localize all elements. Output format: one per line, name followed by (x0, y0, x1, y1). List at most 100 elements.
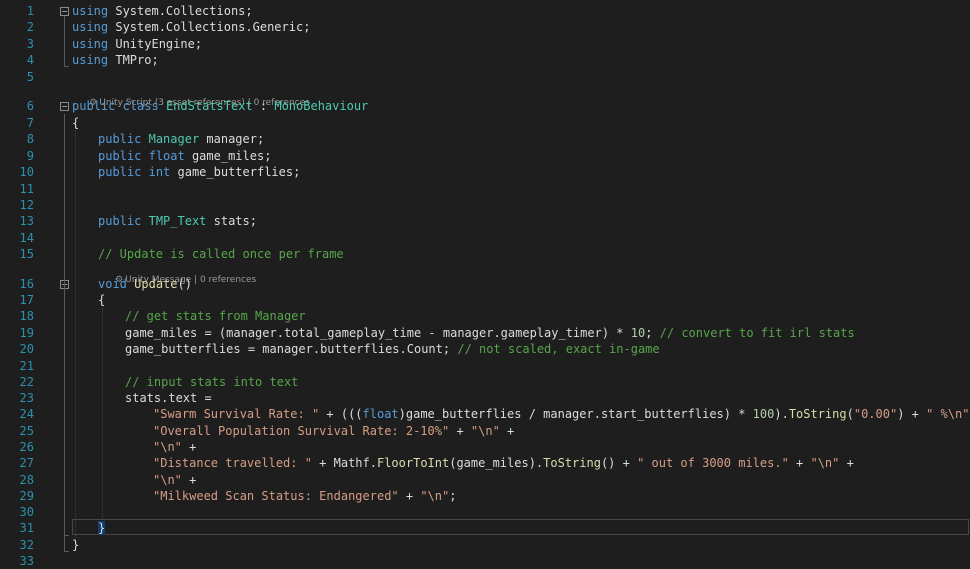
code-line[interactable]: game_butterflies = manager.butterflies.C… (125, 341, 660, 357)
line-number: 6 (26, 99, 34, 113)
fold-region-end (64, 551, 69, 552)
code-token: TMPro; (108, 53, 159, 67)
code-token: TMP_Text (148, 214, 207, 228)
line-number: 8 (26, 132, 34, 146)
line-number: 31 (19, 521, 34, 535)
code-line[interactable]: using UnityEngine; (72, 36, 202, 52)
code-token: float (148, 149, 185, 163)
code-line[interactable]: "Distance travelled: " + Mathf.FloorToIn… (153, 455, 854, 471)
line-number: 30 (19, 505, 34, 519)
code-token: + Mathf. (311, 456, 377, 470)
code-token: // input stats into text (125, 375, 299, 389)
code-line[interactable]: void Update() (98, 276, 192, 292)
code-line[interactable]: } (98, 520, 106, 536)
code-line[interactable]: "\n" + (153, 439, 196, 455)
line-number: 19 (19, 326, 34, 340)
code-token: ). (774, 407, 789, 421)
code-token: () + (600, 456, 638, 470)
code-token: "Milkweed Scan Status: Endangered" (153, 489, 399, 503)
line-number: 32 (19, 538, 34, 552)
code-token: void (98, 277, 127, 291)
code-line[interactable]: // get stats from Manager (125, 308, 306, 324)
code-line[interactable]: { (72, 115, 79, 131)
code-token: "\n" (420, 489, 450, 503)
line-number: 3 (26, 37, 34, 51)
code-line[interactable]: using System.Collections; (72, 3, 253, 19)
code-token: : (252, 99, 275, 113)
line-number: 12 (19, 198, 34, 212)
code-line[interactable]: using System.Collections.Generic; (72, 19, 310, 35)
code-token: + (788, 456, 811, 470)
code-token: " out of 3000 miles." (637, 456, 789, 470)
code-token: public (98, 132, 142, 146)
code-token: UnityEngine; (108, 37, 203, 51)
code-token: using (72, 4, 109, 18)
code-line[interactable]: { (98, 292, 105, 308)
code-token: public (98, 149, 142, 163)
code-line[interactable]: "Swarm Survival Rate: " + (((float)game_… (153, 406, 970, 422)
code-line[interactable]: using TMPro; (72, 52, 159, 68)
code-token: () (177, 277, 192, 291)
code-token: game_butterflies; (170, 165, 301, 179)
code-token: System.Collections.Generic; (108, 20, 311, 34)
code-token: ( (846, 407, 854, 421)
code-token: + (181, 440, 197, 454)
line-number: 29 (19, 489, 34, 503)
code-token: ; (645, 326, 660, 340)
code-token: EndStatsText (165, 99, 253, 113)
code-line[interactable]: } (72, 537, 79, 553)
code-editor[interactable]: 1 2 3 4 5 6 7 8 9 10 11 12 13 14 15 16 17 18 19 20 21 22 23 24 2… (0, 0, 970, 568)
code-line[interactable]: public TMP_Text stats; (98, 213, 257, 229)
code-line[interactable]: "Milkweed Scan Status: Endangered" + "\n… (153, 488, 456, 504)
line-number: 23 (19, 391, 34, 405)
code-token: "0.00" (853, 407, 898, 421)
code-line[interactable]: game_miles = (manager.total_gameplay_tim… (125, 325, 855, 341)
code-token: // convert to fit irl stats (659, 326, 855, 340)
code-line[interactable]: public int game_butterflies; (98, 164, 300, 180)
code-token: Manager (148, 132, 200, 146)
code-line[interactable]: // Update is called once per frame (98, 246, 344, 262)
code-token: MonoBehaviour (274, 99, 369, 113)
code-token: { (98, 293, 106, 307)
code-line[interactable]: // input stats into text (125, 374, 298, 390)
code-line[interactable]: public class EndStatsText : MonoBehaviou… (72, 98, 368, 114)
code-line[interactable]: "Overall Population Survival Rate: 2-10%… (153, 423, 514, 439)
code-token: "\n" (153, 473, 182, 487)
code-token: "Swarm Survival Rate: " (153, 407, 320, 421)
code-token: + (398, 489, 421, 503)
line-number: 11 (19, 182, 34, 196)
code-token: // get stats from Manager (125, 309, 306, 323)
code-token: // Update is called once per frame (98, 247, 344, 261)
code-token: game_butterflies = manager.butterflies.C… (125, 342, 458, 356)
code-token: } (98, 521, 106, 535)
fold-class-icon[interactable]: − (60, 102, 69, 111)
code-token: float (362, 407, 399, 421)
line-number: 17 (19, 293, 34, 307)
code-token: 100 (752, 407, 775, 421)
code-line[interactable]: public Manager manager; (98, 131, 264, 147)
code-line[interactable]: public float game_miles; (98, 148, 271, 164)
line-number: 25 (19, 424, 34, 438)
line-number: 28 (19, 473, 34, 487)
code-token: FloorToInt (376, 456, 450, 470)
code-token: + (499, 424, 515, 438)
line-number: 1 (26, 4, 34, 18)
code-token: using (72, 53, 109, 67)
code-token: "\n" (153, 440, 182, 454)
code-line[interactable]: "\n" + (153, 472, 196, 488)
indent-guide (102, 308, 103, 528)
code-token: Update (134, 277, 178, 291)
code-line[interactable]: stats.text = (125, 390, 212, 406)
fold-region-line (64, 293, 65, 535)
code-token: + ((( (319, 407, 363, 421)
line-number: 16 (19, 277, 34, 291)
line-number: 27 (19, 456, 34, 470)
code-token: game_miles = (manager.total_gameplay_tim… (125, 326, 631, 340)
code-token: stats; (206, 214, 257, 228)
fold-using-icon[interactable]: − (60, 7, 69, 16)
